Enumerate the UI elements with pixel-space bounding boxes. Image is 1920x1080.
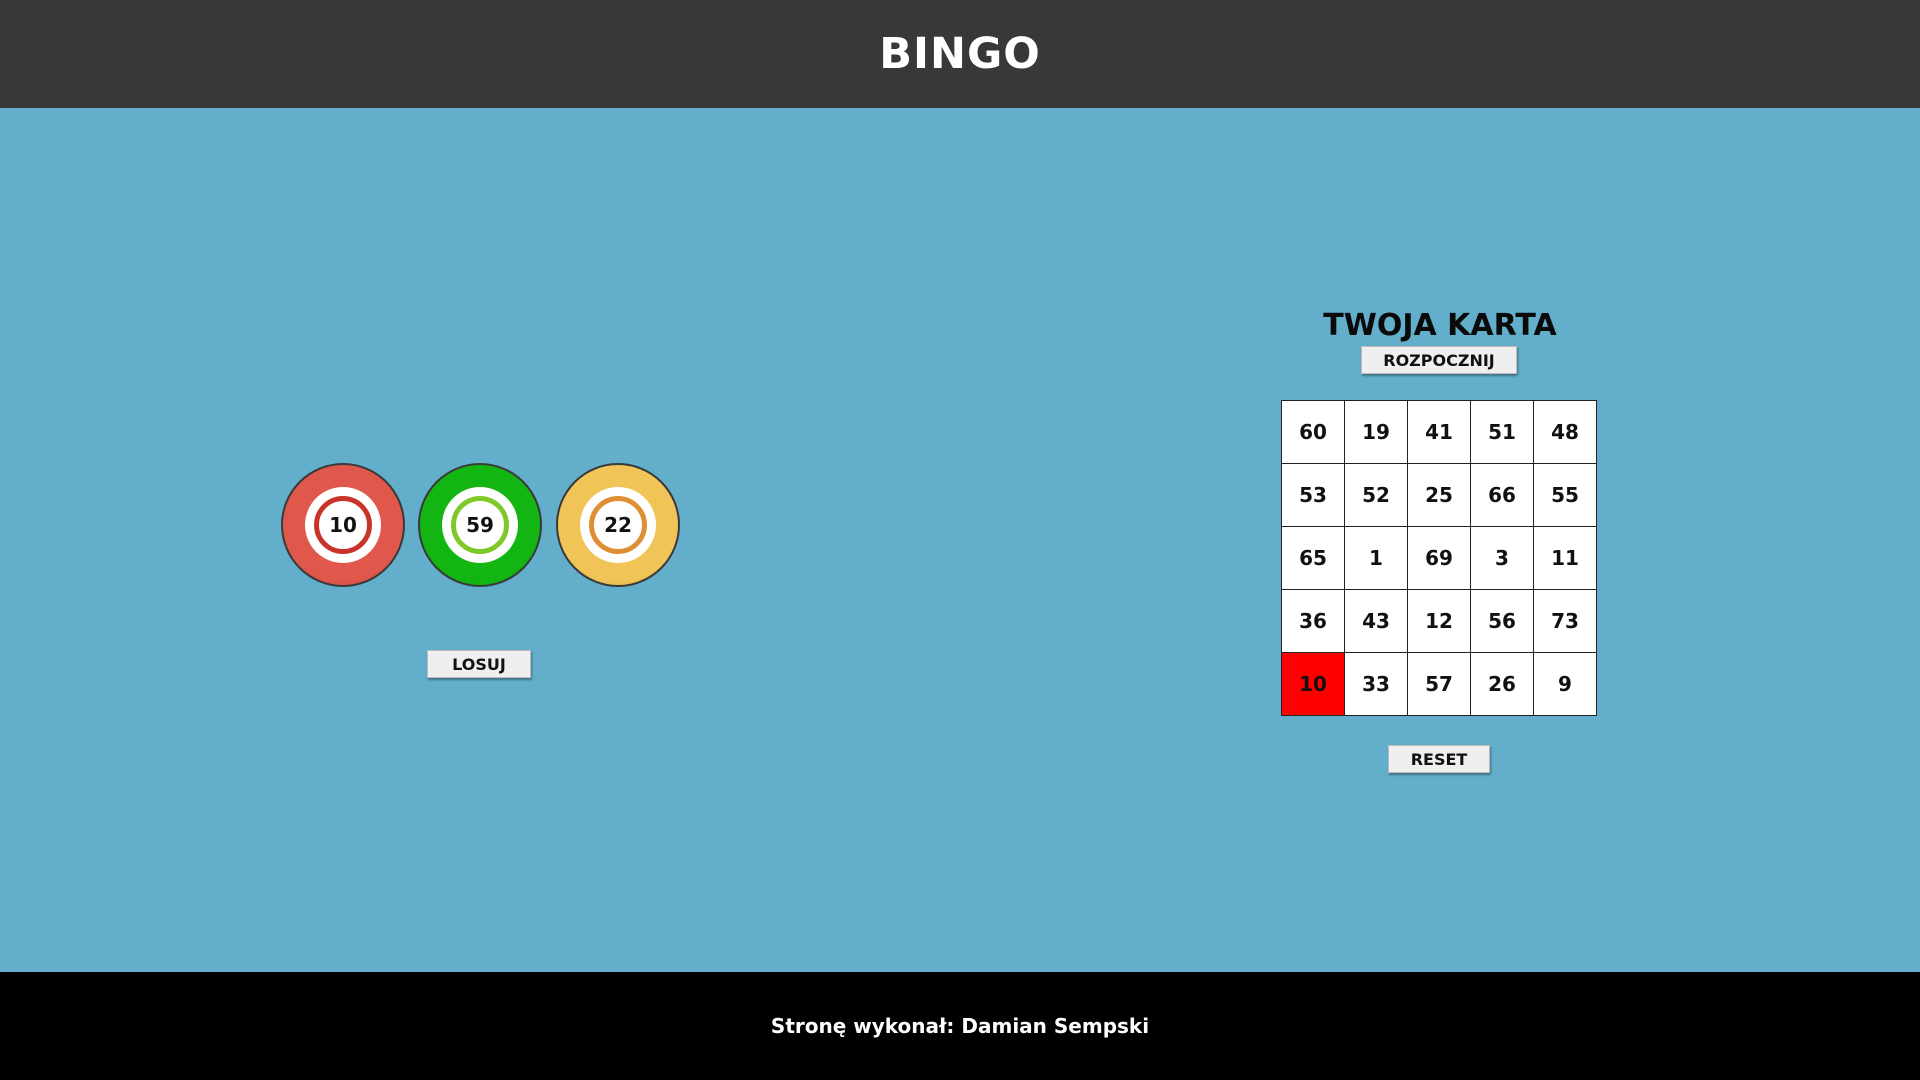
card-row: 10 33 57 26 9 bbox=[1281, 652, 1597, 716]
card-row: 53 52 25 66 55 bbox=[1281, 463, 1597, 527]
card-cell[interactable]: 73 bbox=[1533, 589, 1597, 653]
card-cell[interactable]: 55 bbox=[1533, 463, 1597, 527]
card-cell[interactable]: 12 bbox=[1407, 589, 1471, 653]
ball-number: 59 bbox=[451, 496, 509, 554]
card-cell[interactable]: 53 bbox=[1281, 463, 1345, 527]
card-cell[interactable]: 11 bbox=[1533, 526, 1597, 590]
card-row: 36 43 12 56 73 bbox=[1281, 589, 1597, 653]
card-cell[interactable]: 66 bbox=[1470, 463, 1534, 527]
card-cell[interactable]: 60 bbox=[1281, 400, 1345, 464]
card-cell[interactable]: 10 bbox=[1281, 652, 1345, 716]
card-cell[interactable]: 9 bbox=[1533, 652, 1597, 716]
ball-number: 22 bbox=[589, 496, 647, 554]
bingo-ball-yellow: 22 bbox=[556, 463, 680, 587]
main-area: 10 59 22 LOSUJ TWOJA KARTA ROZPOCZNIJ 60… bbox=[0, 108, 1920, 972]
page-footer: Stronę wykonał: Damian Sempski bbox=[0, 972, 1920, 1080]
card-row: 65 1 69 3 11 bbox=[1281, 526, 1597, 590]
bingo-card: 60 19 41 51 48 53 52 25 66 55 65 1 69 3 11 36 43 12 56 73 10… bbox=[1281, 400, 1597, 716]
card-cell[interactable]: 19 bbox=[1344, 400, 1408, 464]
card-cell[interactable]: 36 bbox=[1281, 589, 1345, 653]
footer-credit: Stronę wykonał: Damian Sempski bbox=[770, 1014, 1150, 1038]
card-cell[interactable]: 57 bbox=[1407, 652, 1471, 716]
bingo-ball-green: 59 bbox=[418, 463, 542, 587]
card-cell[interactable]: 1 bbox=[1344, 526, 1408, 590]
card-cell[interactable]: 48 bbox=[1533, 400, 1597, 464]
page-header: BINGO bbox=[0, 0, 1920, 108]
reset-button[interactable]: RESET bbox=[1388, 745, 1490, 773]
card-cell[interactable]: 56 bbox=[1470, 589, 1534, 653]
start-button[interactable]: ROZPOCZNIJ bbox=[1361, 346, 1517, 374]
card-cell[interactable]: 25 bbox=[1407, 463, 1471, 527]
card-cell[interactable]: 51 bbox=[1470, 400, 1534, 464]
card-cell[interactable]: 52 bbox=[1344, 463, 1408, 527]
card-cell[interactable]: 69 bbox=[1407, 526, 1471, 590]
ball-number: 10 bbox=[314, 496, 372, 554]
card-cell[interactable]: 41 bbox=[1407, 400, 1471, 464]
card-cell[interactable]: 65 bbox=[1281, 526, 1345, 590]
card-cell[interactable]: 43 bbox=[1344, 589, 1408, 653]
draw-button[interactable]: LOSUJ bbox=[427, 650, 531, 678]
card-cell[interactable]: 26 bbox=[1470, 652, 1534, 716]
page-title: BINGO bbox=[879, 29, 1041, 79]
card-cell[interactable]: 3 bbox=[1470, 526, 1534, 590]
bingo-ball-red: 10 bbox=[281, 463, 405, 587]
card-row: 60 19 41 51 48 bbox=[1281, 400, 1597, 464]
card-cell[interactable]: 33 bbox=[1344, 652, 1408, 716]
card-title: TWOJA KARTA bbox=[1323, 308, 1557, 343]
